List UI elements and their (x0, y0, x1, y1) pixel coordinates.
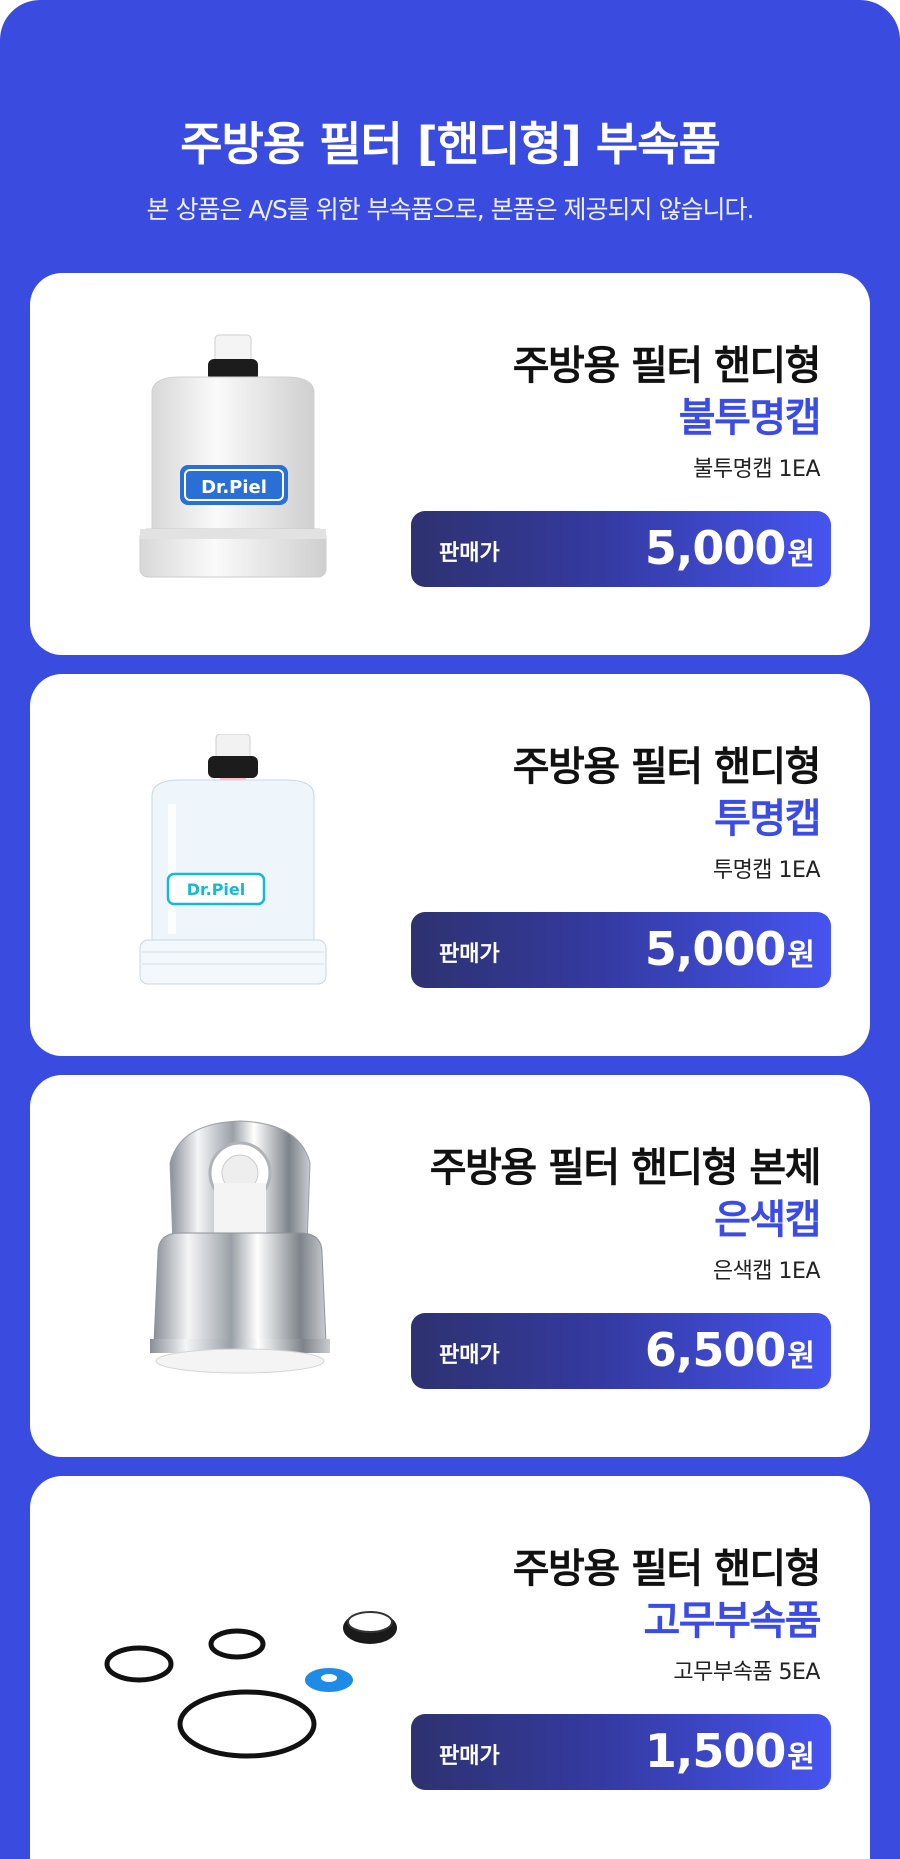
price-bar: 판매가 1,500원 (411, 1714, 831, 1790)
rubber-parts-image (104, 1611, 397, 1759)
price-value: 5,000 (644, 521, 787, 575)
price-label: 판매가 (439, 1744, 500, 1769)
price-value: 6,500 (644, 1323, 787, 1377)
product-name: 주방용 필터 핸디형 본체 (429, 1145, 822, 1191)
price-bar: 판매가 5,000원 (411, 511, 831, 587)
opaque-cap-image: Dr.Piel (139, 334, 327, 578)
product-card-silver-body[interactable]: 주방용 필터 핸디형 본체 은색캡 은색캡 1EA 판매가 6,500원 (30, 1075, 870, 1457)
price-currency: 원 (787, 1740, 815, 1775)
product-card-rubber-parts[interactable]: 주방용 필터 핸디형 고무부속품 고무부속품 5EA 판매가 1,500원 (30, 1476, 870, 1859)
product-quantity: 불투명캡 1EA (693, 457, 820, 482)
price-label: 판매가 (439, 942, 500, 967)
product-quantity: 투명캡 1EA (712, 858, 821, 883)
product-name: 주방용 필터 핸디형 (512, 744, 822, 790)
product-card-opaque-cap[interactable]: Dr.Piel 주방용 필터 핸디형 불투명캡 불투명캡 1EA 판매가 5,0… (30, 273, 870, 655)
silver-body-image (150, 1120, 330, 1374)
product-page: 주방용 필터 [핸디형] 부속품 본 상품은 A/S를 위한 부속품으로, 본품… (0, 0, 900, 1859)
product-variant: 투명캡 (714, 796, 821, 842)
product-quantity: 고무부속품 5EA (673, 1660, 820, 1685)
product-name: 주방용 필터 핸디형 (512, 1546, 822, 1592)
product-variant: 은색캡 (714, 1197, 821, 1243)
page-subtitle: 본 상품은 A/S를 위한 부속품으로, 본품은 제공되지 않습니다. (146, 195, 755, 224)
product-name: 주방용 필터 핸디형 (512, 343, 822, 389)
price-currency: 원 (787, 1339, 815, 1374)
price-label: 판매가 (439, 541, 500, 566)
price-bar: 판매가 6,500원 (411, 1313, 831, 1389)
product-variant: 불투명캡 (678, 395, 822, 441)
price-currency: 원 (787, 537, 815, 572)
product-quantity: 은색캡 1EA (712, 1259, 821, 1284)
page-title: 주방용 필터 [핸디형] 부속품 (180, 117, 721, 171)
price-value: 5,000 (644, 922, 787, 976)
price-label: 판매가 (439, 1343, 500, 1368)
price-currency: 원 (787, 938, 815, 973)
price-bar: 판매가 5,000원 (411, 912, 831, 988)
product-logo: Dr.Piel (201, 477, 267, 498)
product-variant: 고무부속품 (643, 1598, 822, 1644)
price-value: 1,500 (644, 1724, 787, 1778)
transparent-cap-image: Dr.Piel (139, 734, 327, 985)
product-logo: Dr.Piel (187, 880, 246, 899)
product-card-transparent-cap[interactable]: Dr.Piel 주방용 필터 핸디형 투명캡 투명캡 1EA 판매가 5,000… (30, 674, 870, 1056)
